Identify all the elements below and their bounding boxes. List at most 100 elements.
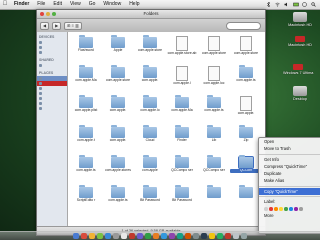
- file-item[interactable]: Finder: [166, 125, 198, 155]
- context-menu-item[interactable]: Duplicate: [259, 170, 320, 177]
- wifi-icon[interactable]: [275, 2, 280, 7]
- dock-app-icon[interactable]: [137, 233, 143, 239]
- context-menu-item[interactable]: Open: [259, 138, 320, 145]
- back-button[interactable]: ◀: [40, 21, 50, 30]
- label-swatch[interactable]: [274, 207, 278, 211]
- sidebar-item[interactable]: [37, 106, 67, 111]
- dock-app-icon[interactable]: [121, 233, 127, 239]
- file-item[interactable]: com.apple.: [230, 95, 262, 125]
- dock-app-icon[interactable]: [169, 233, 175, 239]
- context-menu-item[interactable]: Copy "QuickTime": [259, 187, 320, 196]
- context-menu-item[interactable]: Get Info: [259, 156, 320, 163]
- file-item[interactable]: com.apple.store: [230, 35, 262, 65]
- file-item[interactable]: com.apple.plist: [70, 95, 102, 125]
- zoom-button[interactable]: [52, 12, 56, 16]
- file-item[interactable]: com.apple.store.ab: [166, 35, 198, 65]
- label-swatch[interactable]: [284, 207, 288, 211]
- dock-app-icon[interactable]: [233, 233, 239, 239]
- file-item[interactable]: com.apple.store: [134, 35, 166, 65]
- menu-file[interactable]: File: [33, 0, 49, 9]
- dock-app-icon[interactable]: [225, 233, 231, 239]
- dock-app-icon[interactable]: [89, 233, 95, 239]
- dock-app-icon[interactable]: [217, 233, 223, 239]
- label-swatch[interactable]: [264, 207, 268, 211]
- clock-icon[interactable]: [302, 2, 307, 7]
- file-item[interactable]: com.apple.ts: [70, 155, 102, 185]
- file-item[interactable]: Bit Password: [134, 185, 166, 215]
- spotlight-icon[interactable]: [311, 2, 316, 7]
- file-item[interactable]: com.apple.t: [70, 125, 102, 155]
- label-swatch[interactable]: [279, 207, 283, 211]
- context-menu-item[interactable]: Label:: [259, 198, 320, 205]
- bluetooth-icon[interactable]: [266, 1, 271, 8]
- dock-app-icon[interactable]: [209, 233, 215, 239]
- file-item[interactable]: com.apple.l: [166, 65, 198, 95]
- forward-button[interactable]: ▶: [52, 21, 62, 30]
- file-item[interactable]: QCCompo ser: [198, 155, 230, 185]
- file-item[interactable]: com.apple.: [102, 95, 134, 125]
- dock-app-icon[interactable]: [161, 233, 167, 239]
- file-item[interactable]: Flashword: [70, 35, 102, 65]
- file-item[interactable]: [198, 185, 230, 215]
- dock-app-icon[interactable]: [129, 233, 135, 239]
- dock-app-icon[interactable]: [241, 233, 247, 239]
- menu-edit[interactable]: Edit: [49, 0, 66, 9]
- file-item[interactable]: com.apple.lo: [134, 95, 166, 125]
- file-name: Apple: [113, 48, 123, 52]
- file-item[interactable]: com.apple: [134, 155, 166, 185]
- dock-app-icon[interactable]: [145, 233, 151, 239]
- file-item[interactable]: Apple: [102, 35, 134, 65]
- menu-finder[interactable]: Finder: [10, 0, 33, 9]
- file-item[interactable]: Bit Password: [166, 185, 198, 215]
- file-item[interactable]: com.apple.Ma: [70, 65, 102, 95]
- close-button[interactable]: [40, 12, 44, 16]
- desktop-icon-hd2[interactable]: Macintosh HD: [285, 36, 315, 47]
- menu-view[interactable]: View: [66, 0, 85, 9]
- dock-app-icon[interactable]: [177, 233, 183, 239]
- file-item[interactable]: com.apple.ts: [198, 95, 230, 125]
- menu-window[interactable]: Window: [99, 0, 125, 9]
- search-input[interactable]: [226, 21, 261, 30]
- context-menu-item[interactable]: More: [259, 212, 320, 219]
- dock-app-icon[interactable]: [153, 233, 159, 239]
- file-item[interactable]: com.apple.: [134, 65, 166, 95]
- view-mode-buttons[interactable]: ⊞ ≡ ▥: [64, 21, 82, 30]
- dock-app-icon[interactable]: [97, 233, 103, 239]
- dock-app-icon[interactable]: [113, 233, 119, 239]
- file-item[interactable]: com.apple.: [102, 125, 134, 155]
- context-menu-item[interactable]: Move to Trash: [259, 145, 320, 152]
- label-swatch[interactable]: [294, 207, 298, 211]
- file-item[interactable]: QCCompo ser: [166, 155, 198, 185]
- file-item[interactable]: ScriptEdito r: [70, 185, 102, 215]
- file-item[interactable]: com.apple.Ma: [166, 95, 198, 125]
- dock-app-icon[interactable]: [105, 233, 111, 239]
- desktop-icon-windows[interactable]: Windows 7 Ultima: [283, 64, 313, 75]
- file-item[interactable]: com.apple.stores: [102, 155, 134, 185]
- volume-icon[interactable]: [284, 2, 289, 7]
- dock-app-icon[interactable]: [201, 233, 207, 239]
- file-item[interactable]: com.apple.store: [102, 65, 134, 95]
- label-swatch[interactable]: [299, 207, 303, 211]
- window-titlebar[interactable]: Folders: [37, 10, 265, 19]
- label-swatch[interactable]: [269, 207, 273, 211]
- dock-app-icon[interactable]: [73, 233, 79, 239]
- label-swatch[interactable]: [289, 207, 293, 211]
- desktop-icon-hd[interactable]: Macintosh HD: [285, 12, 315, 27]
- file-item[interactable]: com.apple.loc: [198, 65, 230, 95]
- file-item[interactable]: Lib: [198, 125, 230, 155]
- dock-app-icon[interactable]: [81, 233, 87, 239]
- minimize-button[interactable]: [46, 12, 50, 16]
- context-menu-item[interactable]: Make Alias: [259, 177, 320, 184]
- file-item[interactable]: com.apple.ts: [230, 65, 262, 95]
- menu-help[interactable]: Help: [125, 0, 143, 9]
- apple-menu-icon[interactable]: : [0, 0, 10, 9]
- dock-app-icon[interactable]: [185, 233, 191, 239]
- context-menu-item[interactable]: Compress "QuickTime": [259, 163, 320, 170]
- dock-app-icon[interactable]: [193, 233, 199, 239]
- file-item[interactable]: com.apple.ts: [102, 185, 134, 215]
- menu-go[interactable]: Go: [85, 0, 100, 9]
- file-item[interactable]: Cloud: [134, 125, 166, 155]
- desktop-icon-desktop[interactable]: Desktop: [285, 86, 315, 101]
- battery-icon[interactable]: [293, 2, 299, 7]
- file-item[interactable]: com.apple.store: [198, 35, 230, 65]
